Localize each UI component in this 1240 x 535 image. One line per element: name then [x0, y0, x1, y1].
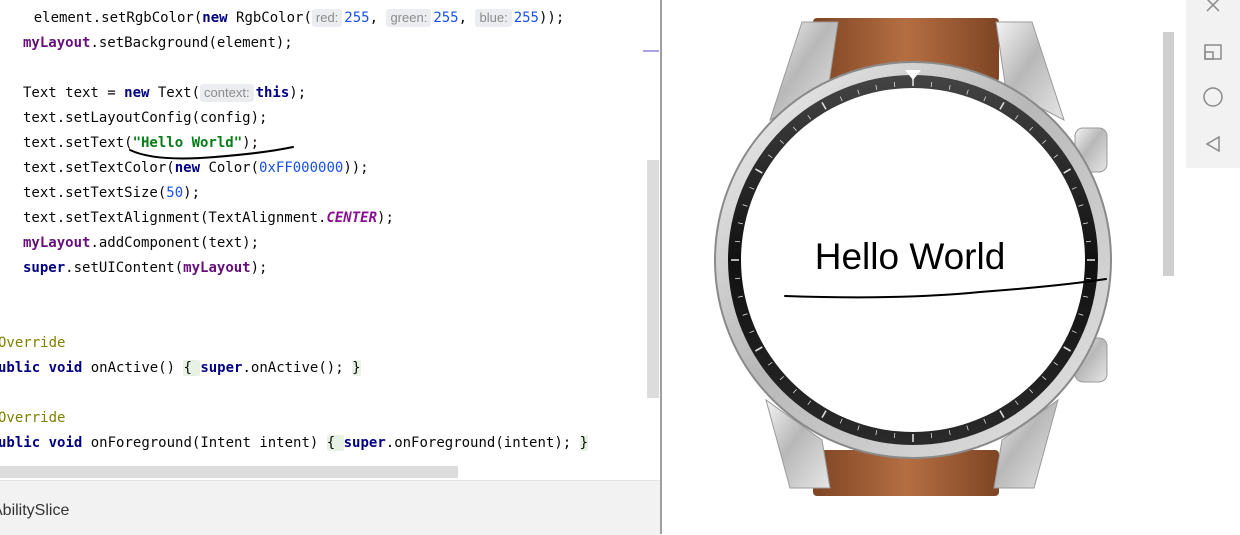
param-hint: green: [386, 9, 432, 27]
preview-scrollbar[interactable] [1163, 32, 1174, 276]
bezel-tick [1086, 277, 1092, 280]
code-line-3: Text text = new Text(context: this); [23, 84, 307, 102]
close-icon[interactable] [1193, 0, 1233, 25]
code-line-1: element.setRgbColor(new RgbColor(red: 255… [0, 9, 565, 27]
editor-horizontal-scrollbar[interactable] [0, 466, 458, 478]
code-line-2: myLayout.setBackground(element); [23, 35, 293, 51]
editor-vertical-scrollbar[interactable] [647, 160, 659, 398]
param-hint: blue: [475, 9, 512, 27]
code-editor[interactable]: element.setRgbColor(new RgbColor(red: 255… [0, 0, 660, 480]
watch-hello-text: Hello World [814, 236, 1006, 277]
code-line-on-foreground: ublic void onForeground(Intent intent) {… [0, 435, 589, 451]
back-icon[interactable] [1193, 124, 1233, 164]
home-icon[interactable] [1193, 77, 1233, 117]
editor-edge-marker [643, 50, 659, 52]
code-line-4: text.setLayoutConfig(config); [23, 110, 268, 126]
fold-brace[interactable]: } [579, 435, 589, 451]
handwritten-underline [129, 146, 294, 160]
emulator-toolbar [1186, 0, 1240, 168]
bottom-tool-bar: AbilitySlice [0, 480, 660, 535]
bezel-tick [930, 433, 933, 439]
code-line-10: super.setUIContent(myLayout); [23, 260, 268, 276]
annotation-override: Override [0, 335, 66, 351]
device-preview: 246810121416182022 Hello World [662, 0, 1162, 534]
bezel-tick [893, 433, 896, 439]
multi-window-icon[interactable] [1193, 31, 1233, 71]
fold-brace[interactable]: { [183, 360, 201, 376]
code-line-8: text.setTextAlignment(TextAlignment.CENT… [23, 210, 394, 226]
bottom-bar-label[interactable]: AbilitySlice [0, 502, 69, 520]
bezel-tick [893, 81, 896, 87]
fold-brace[interactable]: } [352, 360, 361, 376]
bezel-tick [734, 277, 740, 280]
bezel-tick [930, 81, 933, 87]
annotation-override: Override [0, 410, 66, 426]
fold-brace[interactable]: { [326, 435, 344, 451]
code-line-on-active: ublic void onActive() { super.onActive()… [0, 360, 361, 376]
param-hint: context: [200, 84, 254, 102]
code-line-7: text.setTextSize(50); [23, 185, 201, 201]
code-line-9: myLayout.addComponent(text); [23, 235, 260, 251]
param-hint: red: [311, 9, 343, 27]
